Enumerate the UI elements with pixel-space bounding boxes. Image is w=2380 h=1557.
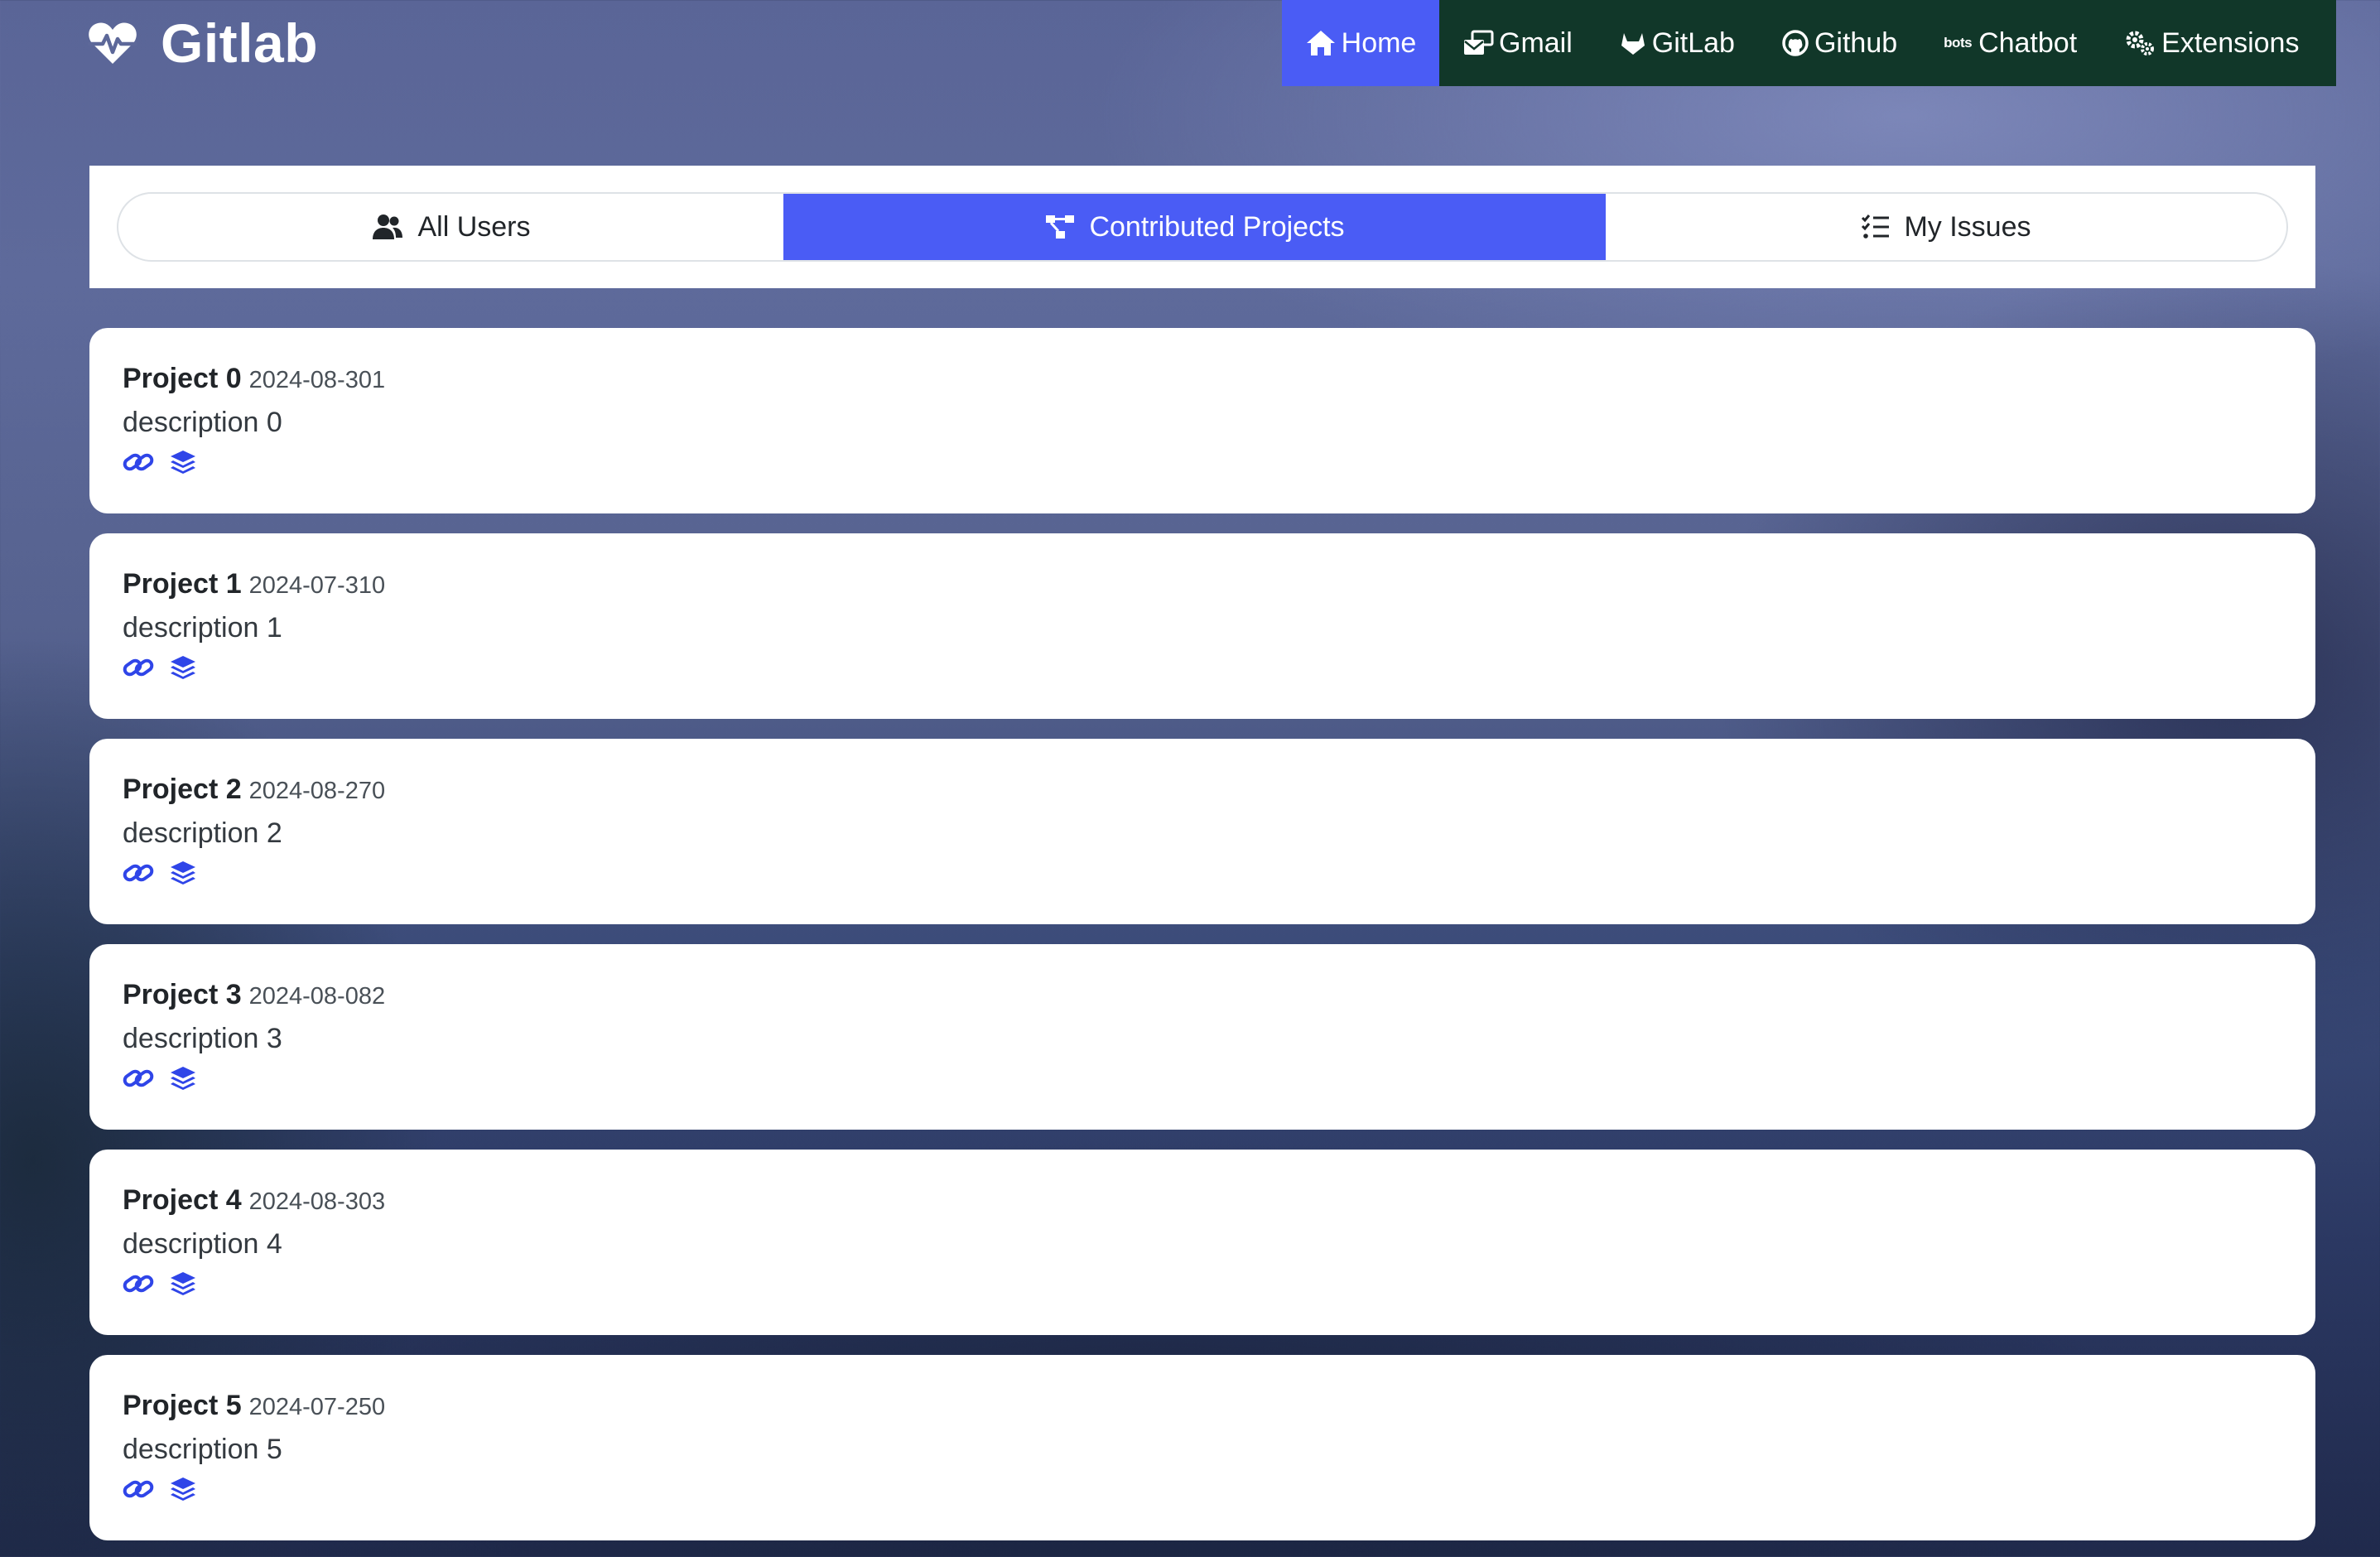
link-icon[interactable]	[123, 1065, 154, 1092]
link-icon[interactable]	[123, 1270, 154, 1297]
project-list: Project 0 2024-08-301 description 0 Proj…	[89, 328, 2315, 1557]
project-title[interactable]: Project 3	[123, 979, 242, 1011]
project-card: Project 5 2024-07-250 description 5	[89, 1355, 2315, 1540]
tab-my-issues[interactable]: My Issues	[1606, 194, 2286, 260]
nav-github[interactable]: Github	[1758, 0, 1920, 86]
link-icon[interactable]	[123, 654, 154, 681]
gitlab-icon	[1621, 33, 1645, 55]
nav-gmail-label: Gmail	[1499, 27, 1573, 59]
link-icon[interactable]	[123, 1476, 154, 1502]
tab-panel: All Users Contributed Projects My Issues	[89, 166, 2315, 288]
brand[interactable]: Gitlab	[88, 10, 318, 76]
project-date: 2024-08-303	[248, 1188, 386, 1215]
nav-home-label: Home	[1341, 27, 1417, 59]
tab-contributed-projects[interactable]: Contributed Projects	[783, 194, 1606, 260]
project-description: description 2	[123, 817, 282, 849]
nav-home[interactable]: Home	[1282, 0, 1439, 86]
project-card: Project 1 2024-07-310 description 1	[89, 533, 2315, 719]
layers-icon[interactable]	[169, 1476, 197, 1502]
users-icon	[373, 215, 403, 239]
tab-all-users[interactable]: All Users	[118, 194, 783, 260]
project-date: 2024-08-270	[248, 778, 386, 804]
project-card: Project 3 2024-08-082 description 3	[89, 944, 2315, 1130]
project-card: Project 2 2024-08-270 description 2	[89, 739, 2315, 924]
project-date: 2024-07-310	[248, 572, 386, 599]
project-title[interactable]: Project 1	[123, 568, 242, 600]
project-title[interactable]: Project 0	[123, 363, 242, 395]
link-icon[interactable]	[123, 860, 154, 886]
github-icon	[1782, 30, 1809, 56]
nav-gitlab[interactable]: GitLab	[1596, 0, 1758, 86]
layers-icon[interactable]	[169, 860, 197, 886]
tab-strip: All Users Contributed Projects My Issues	[117, 192, 2288, 262]
nav-extensions[interactable]: Extensions	[2100, 0, 2322, 86]
heart-pulse-icon	[88, 22, 137, 64]
project-title[interactable]: Project 2	[123, 774, 242, 806]
mail-stack-icon	[1464, 30, 1494, 55]
project-diagram-icon	[1046, 215, 1075, 239]
tasks-list-icon	[1862, 215, 1890, 239]
nav-gmail[interactable]: Gmail	[1439, 0, 1596, 86]
tab-all-users-label: All Users	[417, 210, 531, 243]
tab-my-issues-label: My Issues	[1904, 210, 2031, 243]
project-card: Project 0 2024-08-301 description 0	[89, 328, 2315, 513]
tab-contributed-projects-label: Contributed Projects	[1089, 210, 1345, 243]
project-card: Project 4 2024-08-303 description 4	[89, 1150, 2315, 1335]
project-description: description 0	[123, 407, 282, 438]
project-description: description 5	[123, 1434, 282, 1465]
project-title[interactable]: Project 4	[123, 1184, 242, 1217]
nav-chatbot-label: Chatbot	[1978, 27, 2078, 59]
project-description: description 1	[123, 612, 282, 644]
project-date: 2024-08-301	[248, 367, 386, 393]
project-date: 2024-08-082	[248, 983, 386, 1010]
layers-icon[interactable]	[169, 654, 197, 681]
bots-icon: bots	[1944, 35, 1973, 51]
project-description: description 3	[123, 1023, 282, 1054]
layers-icon[interactable]	[169, 449, 197, 475]
project-date: 2024-07-250	[248, 1394, 386, 1420]
layers-icon[interactable]	[169, 1270, 197, 1297]
home-icon	[1306, 31, 1335, 55]
top-navigation: Home Gmail GitLab Github bots Chatbot Ex…	[1282, 0, 2336, 86]
project-description: description 4	[123, 1228, 282, 1260]
layers-icon[interactable]	[169, 1065, 197, 1092]
project-title[interactable]: Project 5	[123, 1390, 242, 1422]
nav-gitlab-label: GitLab	[1651, 27, 1735, 59]
link-icon[interactable]	[123, 449, 154, 475]
nav-extensions-label: Extensions	[2161, 27, 2300, 59]
nav-github-label: Github	[1814, 27, 1898, 59]
gears-icon	[2126, 31, 2155, 55]
brand-title: Gitlab	[161, 12, 319, 74]
nav-chatbot[interactable]: bots Chatbot	[1920, 0, 2100, 86]
